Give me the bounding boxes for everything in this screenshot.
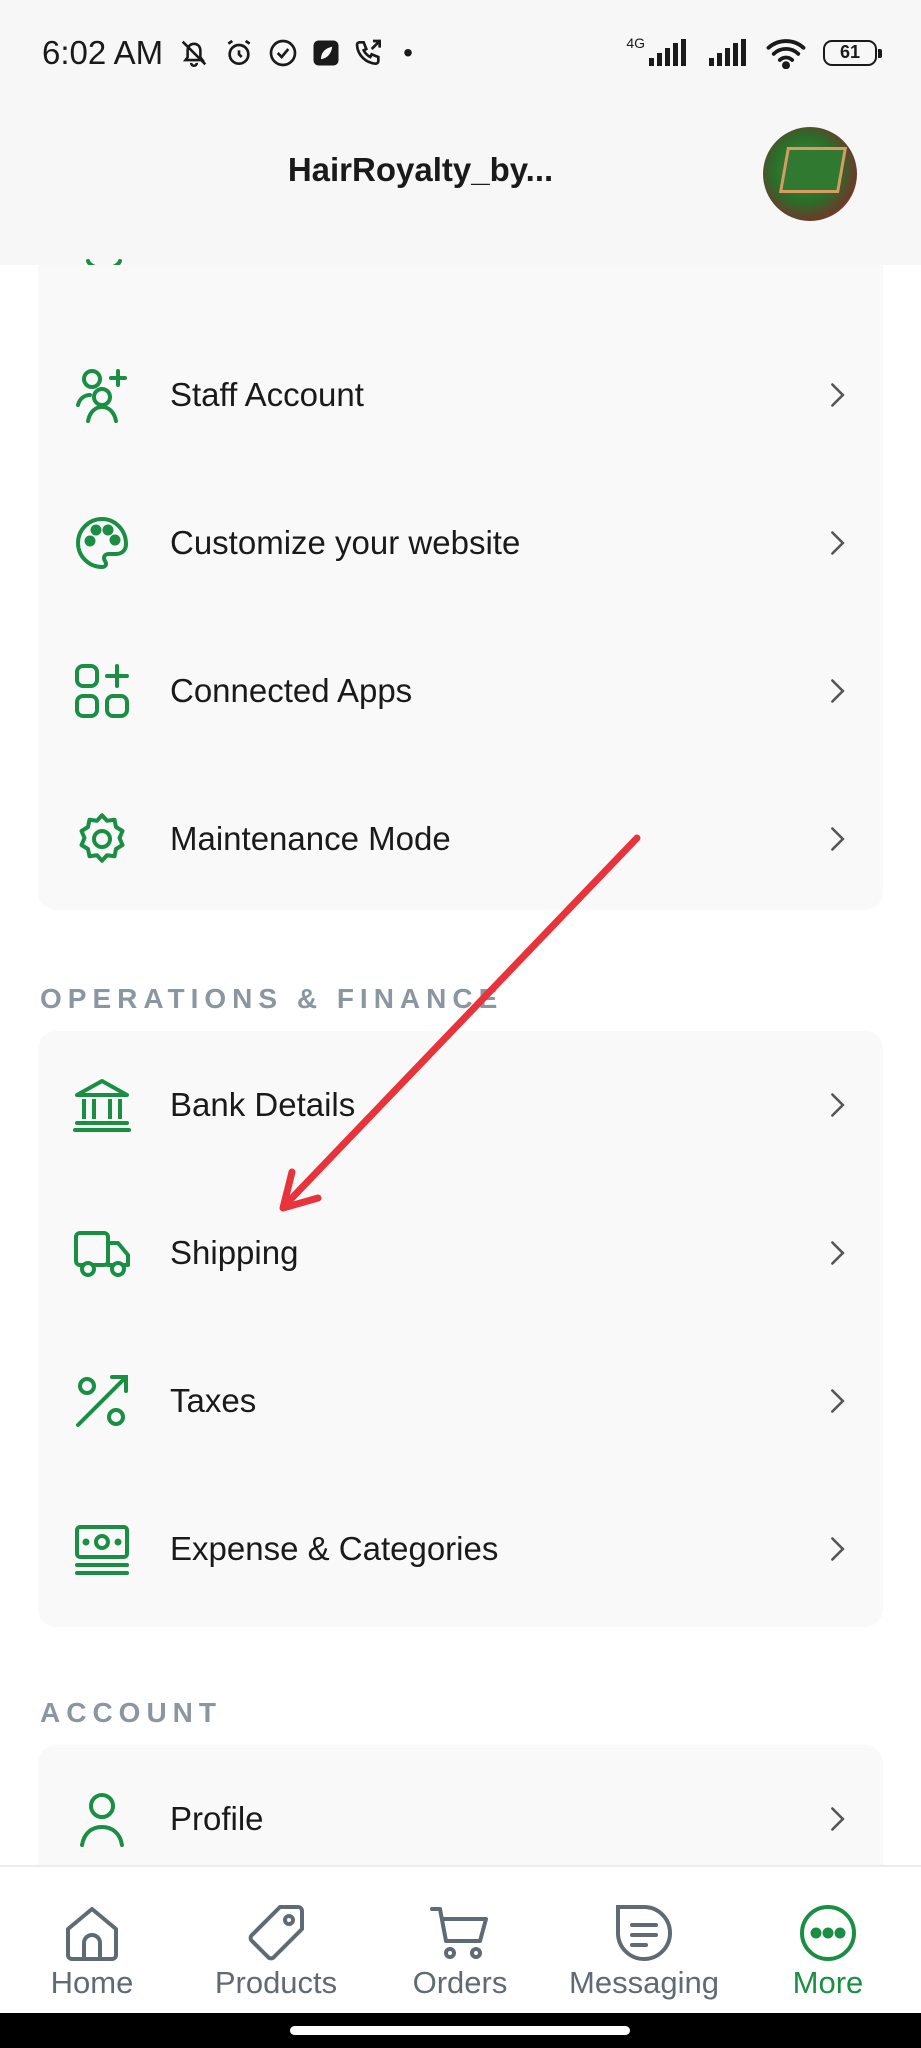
bottom-nav: Home Products Orders Messaging More — [0, 1865, 921, 2013]
chevron-right-icon — [831, 531, 845, 555]
store-settings-card: Staff Account Customize your website Con… — [38, 265, 883, 910]
mute-icon — [181, 40, 207, 67]
settings-list: Staff Account Customize your website Con… — [0, 259, 921, 1905]
avatar[interactable] — [763, 127, 857, 221]
profile-label: Profile — [170, 1800, 264, 1837]
dot-indicator-icon: • — [403, 36, 413, 68]
nav-orders[interactable]: Orders — [368, 1867, 552, 2015]
maintenance-mode-row[interactable]: Maintenance Mode — [38, 765, 883, 913]
connected-apps-row[interactable]: Connected Apps — [38, 617, 883, 765]
chevron-right-icon — [831, 1093, 845, 1117]
nav-products[interactable]: Products — [184, 1867, 368, 2015]
bank-details-row[interactable]: Bank Details — [38, 1031, 883, 1179]
staff-account-label: Staff Account — [170, 376, 364, 413]
chevron-right-icon — [831, 1807, 845, 1831]
nav-messaging[interactable]: Messaging — [552, 1867, 736, 2015]
nav-home[interactable]: Home — [0, 1867, 184, 2015]
chevron-right-icon — [831, 827, 845, 851]
alarm-icon — [227, 39, 251, 65]
staff-account-row[interactable]: Staff Account — [38, 321, 883, 469]
app-header: HairRoyalty_by... — [0, 105, 921, 265]
network-type: 4G — [626, 34, 645, 51]
bank-icon — [72, 1075, 132, 1135]
maintenance-mode-label: Maintenance Mode — [170, 820, 451, 857]
status-time: 6:02 AM — [42, 33, 164, 71]
customize-website-label: Customize your website — [170, 524, 521, 561]
check-circle-icon — [269, 39, 297, 66]
chevron-right-icon — [831, 679, 845, 703]
section-title-account: ACCOUNT — [40, 1697, 222, 1728]
nav-more[interactable]: More — [736, 1867, 920, 2015]
palette-icon — [72, 513, 132, 573]
more-icon — [800, 1905, 856, 1961]
chevron-right-icon — [831, 1389, 845, 1413]
status-bar: 6:02 AM • 4G 61 — [0, 0, 921, 105]
truck-icon — [72, 1223, 132, 1283]
gesture-bar[interactable] — [0, 2013, 921, 2048]
chevron-right-icon — [831, 1537, 845, 1561]
expense-categories-row[interactable]: Expense & Categories — [38, 1475, 883, 1623]
chevron-right-icon — [831, 1241, 845, 1265]
nav-messaging-label: Messaging — [569, 1965, 719, 2000]
gear-icon — [72, 809, 132, 869]
connected-apps-label: Connected Apps — [170, 672, 413, 709]
nav-home-label: Home — [50, 1965, 134, 2000]
home-icon — [66, 1907, 118, 1961]
chevron-right-icon — [831, 383, 845, 407]
percent-icon — [72, 1371, 132, 1431]
signal-icon-2 — [709, 38, 746, 66]
nav-orders-label: Orders — [412, 1965, 508, 2000]
customize-website-row[interactable]: Customize your website — [38, 469, 883, 617]
cart-icon — [430, 1907, 488, 1959]
shipping-row[interactable]: Shipping — [38, 1179, 883, 1327]
message-icon — [616, 1905, 672, 1961]
battery-indicator: 61 — [823, 39, 882, 66]
cash-icon — [72, 1519, 132, 1579]
bank-details-label: Bank Details — [170, 1086, 356, 1123]
shipping-label: Shipping — [170, 1234, 299, 1271]
taxes-row[interactable]: Taxes — [38, 1327, 883, 1475]
nav-products-label: Products — [214, 1965, 338, 2000]
staff-add-icon — [72, 365, 132, 425]
tag-icon — [248, 1905, 304, 1961]
wifi-icon — [766, 38, 806, 69]
apps-add-icon — [72, 661, 132, 721]
operations-card: Bank Details Shipping Taxes Expense & Ca… — [38, 1031, 883, 1627]
battery-level: 61 — [839, 42, 861, 62]
page-title: HairRoyalty_by... — [287, 151, 554, 188]
call-forward-icon — [355, 39, 382, 65]
user-icon — [72, 1789, 132, 1849]
section-title-operations: OPERATIONS & FINANCE — [40, 983, 504, 1014]
nav-more-label: More — [792, 1965, 864, 2000]
leaf-app-icon — [313, 40, 339, 65]
signal-icon — [649, 38, 686, 66]
taxes-label: Taxes — [170, 1382, 257, 1419]
expense-categories-label: Expense & Categories — [170, 1530, 499, 1567]
